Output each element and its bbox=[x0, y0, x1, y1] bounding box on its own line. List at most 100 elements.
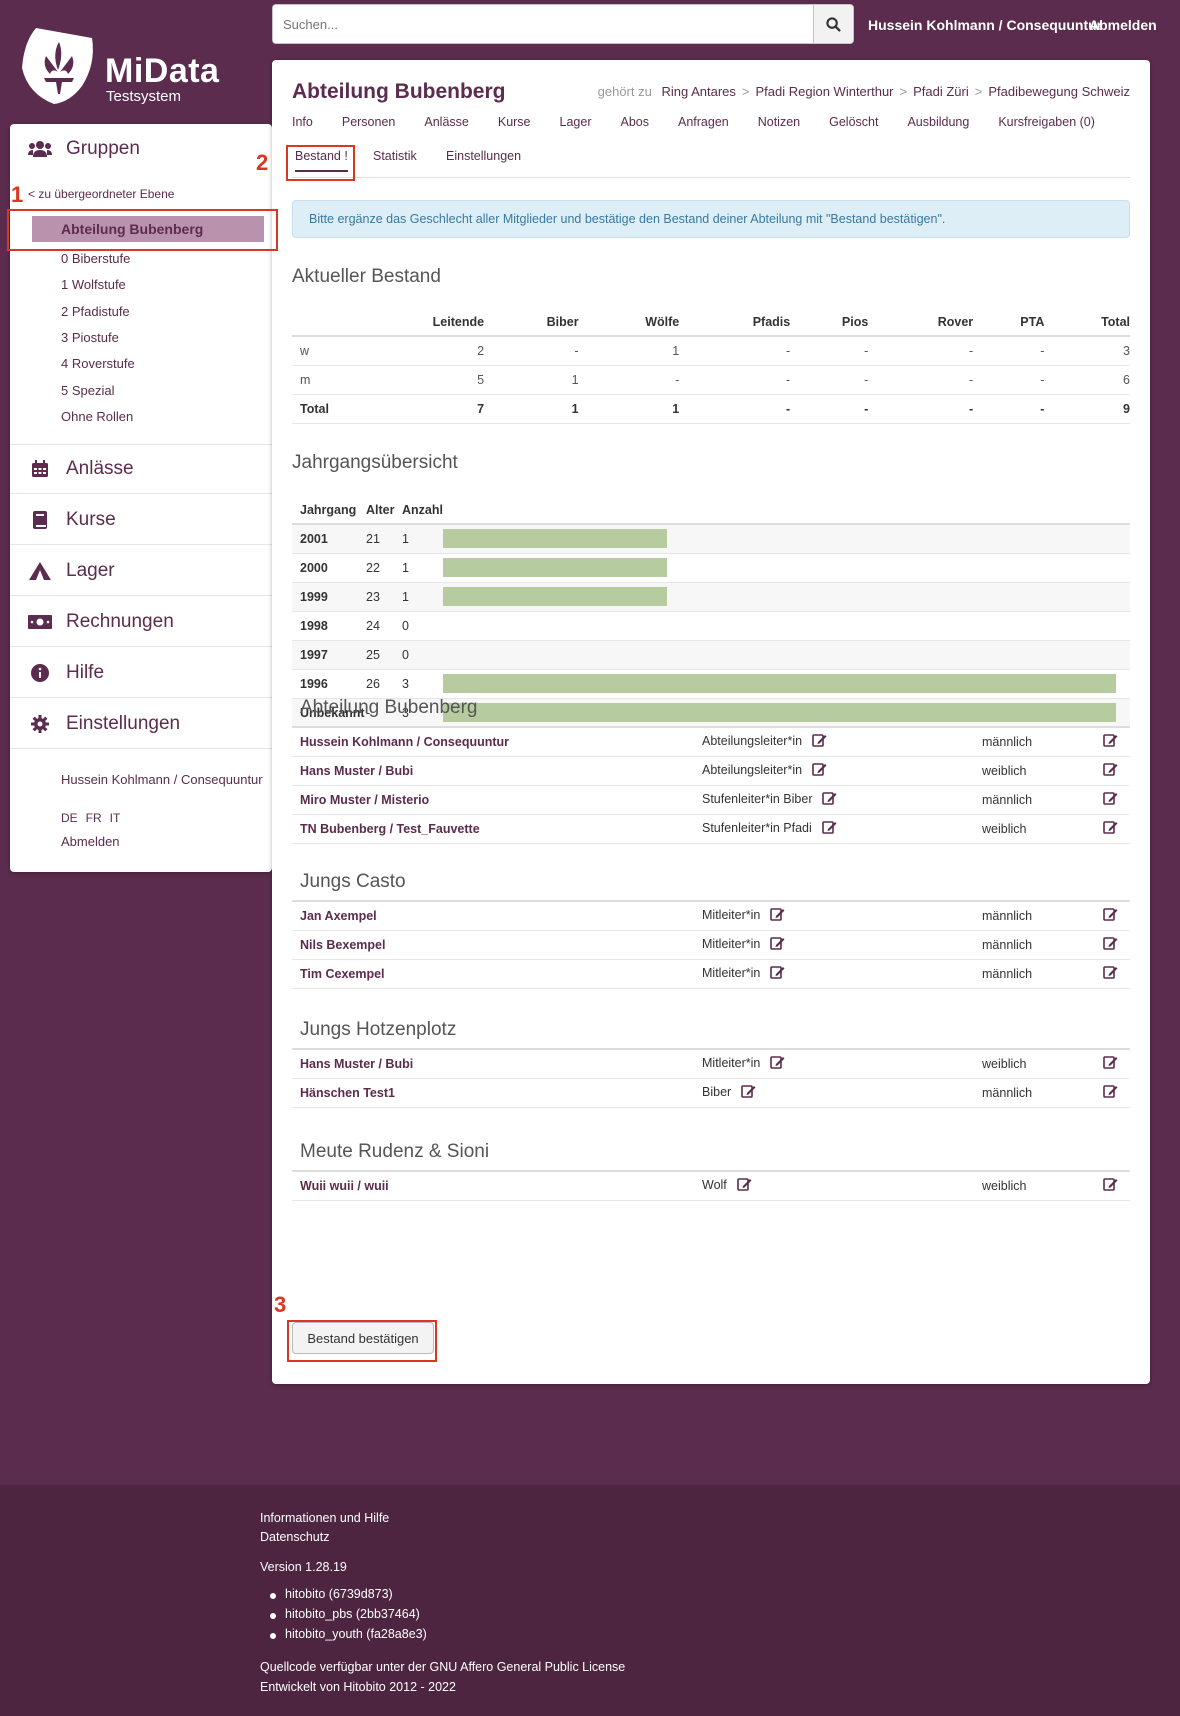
edit-role-icon[interactable] bbox=[741, 1084, 756, 1101]
table-row: Wuii wuii / wuii Wolf weiblich bbox=[292, 1170, 1130, 1201]
person-gender: weiblich bbox=[982, 1170, 1092, 1201]
edit-role-icon[interactable] bbox=[770, 965, 785, 982]
sidebar-subgroup[interactable]: 3 Piostufe bbox=[61, 330, 119, 345]
parent-level-link[interactable]: < zu übergeordneter Ebene bbox=[28, 187, 174, 201]
breadcrumb-item[interactable]: Pfadibewegung Schweiz bbox=[988, 84, 1130, 99]
sidebar-subgroup[interactable]: 5 Spezial bbox=[61, 383, 114, 398]
nav-help[interactable]: Hilfe bbox=[10, 648, 272, 698]
edit-role-icon[interactable] bbox=[812, 762, 827, 779]
count-bar bbox=[442, 674, 1116, 693]
sidebar-logout-link[interactable]: Abmelden bbox=[61, 834, 120, 849]
tab-notizen[interactable]: Notizen bbox=[758, 115, 800, 129]
person-gender: männlich bbox=[982, 1078, 1092, 1108]
nav-settings[interactable]: Einstellungen bbox=[10, 699, 272, 749]
app-subtitle: Testsystem bbox=[106, 88, 182, 105]
search-button[interactable] bbox=[813, 5, 853, 43]
col-header: Total bbox=[1044, 308, 1130, 337]
person-name-link[interactable]: Tim Cexempel bbox=[300, 967, 385, 981]
edit-gender-icon[interactable] bbox=[1103, 792, 1118, 808]
edit-role-icon[interactable] bbox=[821, 820, 837, 837]
person-name-link[interactable]: Hussein Kohlmann / Consequuntur bbox=[300, 735, 509, 749]
footer-info-link[interactable]: Informationen und Hilfe bbox=[260, 1511, 389, 1525]
edit-gender-icon[interactable] bbox=[1103, 937, 1118, 953]
callout-number-1: 1 bbox=[11, 182, 24, 207]
year-cell: 1996 bbox=[292, 669, 366, 699]
sidebar-subgroup[interactable]: 2 Pfadistufe bbox=[61, 304, 130, 319]
person-name-link[interactable]: Nils Bexempel bbox=[300, 938, 385, 952]
edit-role-icon[interactable] bbox=[736, 1177, 752, 1194]
person-name-link[interactable]: Wuii wuii / wuii bbox=[300, 1179, 389, 1193]
nav-camps[interactable]: Lager bbox=[10, 546, 272, 596]
topbar-user-link[interactable]: Hussein Kohlmann / Consequuntur bbox=[868, 17, 1102, 33]
footer-privacy-link[interactable]: Datenschutz bbox=[260, 1530, 329, 1544]
lang-it[interactable]: IT bbox=[110, 811, 121, 825]
table-row: Miro Muster / Misterio Stufenleiter*in Bi… bbox=[292, 785, 1130, 815]
edit-gender-icon[interactable] bbox=[1103, 1085, 1118, 1101]
edit-gender-icon[interactable] bbox=[1103, 1056, 1118, 1072]
person-gender: weiblich bbox=[982, 814, 1092, 844]
calendar-icon bbox=[28, 460, 52, 478]
edit-role-icon[interactable] bbox=[770, 1055, 785, 1072]
person-name-link[interactable]: Hänschen Test1 bbox=[300, 1086, 395, 1100]
edit-role-icon[interactable] bbox=[822, 791, 837, 808]
tab-abos[interactable]: Abos bbox=[621, 115, 650, 129]
tab-statistik[interactable]: Statistik bbox=[373, 149, 417, 163]
count-cell: 0 bbox=[402, 640, 443, 670]
sidebar-subgroup[interactable]: 0 Biberstufe bbox=[61, 251, 130, 266]
table-row: Hussein Kohlmann / Consequuntur Abteilung… bbox=[292, 726, 1130, 757]
edit-role-icon[interactable] bbox=[770, 907, 785, 924]
edit-gender-icon[interactable] bbox=[1103, 734, 1118, 750]
person-name-link[interactable]: TN Bubenberg / Test_Fauvette bbox=[300, 822, 480, 836]
tab-anlaesse[interactable]: Anlässe bbox=[424, 115, 468, 129]
nav-camps-label: Lager bbox=[66, 559, 115, 581]
nav-events[interactable]: Anlässe bbox=[10, 444, 272, 494]
topbar-logout-link[interactable]: Abmelden bbox=[1089, 17, 1157, 33]
search-input[interactable] bbox=[273, 5, 813, 43]
group-member-table: Hussein Kohlmann / Consequuntur Abteilung… bbox=[292, 726, 1130, 844]
sidebar-subgroup[interactable]: Ohne Rollen bbox=[61, 409, 133, 424]
tab-lager[interactable]: Lager bbox=[560, 115, 592, 129]
edit-gender-icon[interactable] bbox=[1103, 1178, 1118, 1194]
tab-kurse[interactable]: Kurse bbox=[498, 115, 531, 129]
sub-tabs: Bestand ! Statistik Einstellungen bbox=[292, 146, 1130, 178]
edit-gender-icon[interactable] bbox=[1103, 763, 1118, 779]
tab-kursfreigaben[interactable]: Kursfreigaben (0) bbox=[998, 115, 1095, 129]
breadcrumb-item[interactable]: Pfadi Region Winterthur bbox=[756, 84, 894, 99]
table-row: Nils Bexempel Mitleiter*in männlich bbox=[292, 930, 1130, 960]
edit-gender-icon[interactable] bbox=[1103, 908, 1118, 924]
person-name-link[interactable]: Miro Muster / Misterio bbox=[300, 793, 429, 807]
tab-personen[interactable]: Personen bbox=[342, 115, 396, 129]
lang-fr[interactable]: FR bbox=[86, 811, 102, 825]
table-cell: 1 bbox=[484, 365, 579, 395]
tab-geloescht[interactable]: Gelöscht bbox=[829, 115, 878, 129]
edit-gender-icon[interactable] bbox=[1103, 821, 1118, 837]
edit-role-icon[interactable] bbox=[770, 936, 785, 953]
jahrgang-table: Jahrgang Alter Anzahl 2001 21 1 2000 22 1 1999… bbox=[292, 496, 1130, 728]
sidebar-user-link[interactable]: Hussein Kohlmann / Consequuntur bbox=[61, 772, 263, 787]
midata-logo[interactable]: MiData Testsystem bbox=[22, 24, 242, 106]
nav-groups[interactable]: Gruppen bbox=[10, 124, 272, 174]
table-row: w2-1----3 bbox=[292, 336, 1130, 366]
group-title: Meute Rudenz & Sioni bbox=[300, 1141, 490, 1162]
tab-ausbildung[interactable]: Ausbildung bbox=[907, 115, 969, 129]
tab-info[interactable]: Info bbox=[292, 115, 313, 129]
footer: Informationen und Hilfe Datenschutz Vers… bbox=[0, 1485, 1180, 1716]
col-header bbox=[292, 308, 332, 337]
nav-courses-label: Kurse bbox=[66, 508, 116, 530]
nav-invoices[interactable]: Rechnungen bbox=[10, 597, 272, 647]
person-name-link[interactable]: Hans Muster / Bubi bbox=[300, 1057, 413, 1071]
person-name-link[interactable]: Jan Axempel bbox=[300, 909, 377, 923]
breadcrumb-item[interactable]: Ring Antares bbox=[661, 84, 735, 99]
breadcrumb-item[interactable]: Pfadi Züri bbox=[913, 84, 969, 99]
edit-gender-icon[interactable] bbox=[1103, 966, 1118, 982]
lang-de[interactable]: DE bbox=[61, 811, 78, 825]
table-cell: Total bbox=[292, 394, 332, 424]
sidebar-subgroup[interactable]: 1 Wolfstufe bbox=[61, 277, 126, 292]
tab-anfragen[interactable]: Anfragen bbox=[678, 115, 729, 129]
sidebar-subgroup[interactable]: 4 Roverstufe bbox=[61, 356, 135, 371]
person-name-link[interactable]: Hans Muster / Bubi bbox=[300, 764, 413, 778]
nav-groups-label: Gruppen bbox=[66, 138, 140, 159]
tab-einstellungen[interactable]: Einstellungen bbox=[446, 149, 521, 163]
nav-courses[interactable]: Kurse bbox=[10, 495, 272, 545]
edit-role-icon[interactable] bbox=[812, 733, 827, 750]
